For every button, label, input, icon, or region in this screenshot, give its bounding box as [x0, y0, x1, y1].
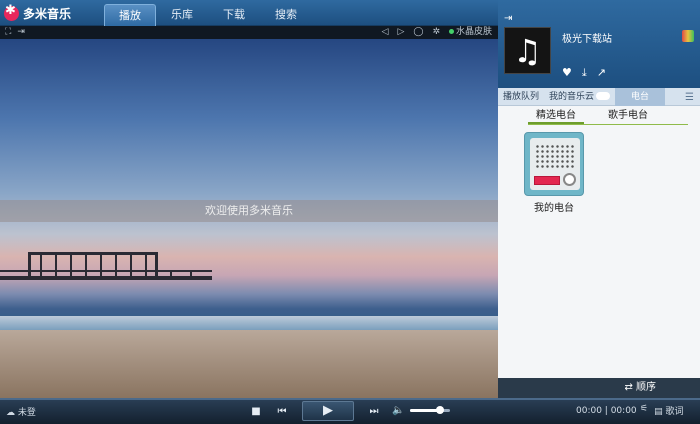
transport-buttons: ■ ⏮ ▶ ⏭ — [250, 401, 380, 421]
play-button[interactable]: ▶ — [302, 401, 354, 421]
equalizer-icon[interactable]: ⚟ — [640, 404, 648, 417]
previous-icon[interactable]: ⏮ — [276, 406, 288, 417]
stop-icon[interactable]: ■ — [250, 406, 262, 417]
time-total: 00:00 — [610, 406, 637, 416]
duomi-logo-icon — [4, 3, 19, 21]
lyrics-button[interactable]: ▤ 歌词 — [654, 404, 683, 417]
tab-featured-radio[interactable]: 精选电台 — [528, 107, 584, 124]
next-icon[interactable]: ⏭ — [368, 406, 380, 417]
download-icon[interactable]: ⤓ — [582, 66, 587, 80]
video-area: ⛶⇥ ◁ ▷ ◯ ✲ 水晶皮肤 欢迎使用多米音乐 — [0, 26, 498, 398]
now-playing-actions: ♥ ⤓ ↗ — [562, 66, 606, 80]
status-dot-icon — [448, 29, 454, 34]
skin-label: 水晶皮肤 — [455, 27, 492, 37]
order-icon: ⇄ — [624, 382, 636, 393]
radio-sub-tabs: 精选电台 歌手电台 — [528, 107, 688, 125]
skin-palette-icon[interactable] — [682, 30, 694, 42]
tab-artist-radio[interactable]: 歌手电台 — [600, 107, 656, 124]
right-panel: ⇥ ♫ 极光下载站 ♥ ⤓ ↗ 播放队列 我的音乐云 电台 ☰ 精选电台 歌手电… — [498, 0, 700, 398]
comment-icon[interactable]: ◯ — [413, 26, 423, 39]
progress-bar[interactable] — [0, 398, 700, 400]
time-display: 00:00 | 00:00 — [576, 406, 637, 416]
pin-icon[interactable]: ⇥ — [17, 27, 31, 37]
sand-area — [0, 330, 498, 398]
volume-icon[interactable]: 🔈 — [392, 405, 404, 416]
exit-icon[interactable]: ⇥ — [504, 13, 516, 25]
prev-visual-icon[interactable]: ◁ — [382, 26, 389, 39]
order-bar: ⇄ 顺序 — [498, 378, 700, 398]
panel-tabs: 播放队列 我的音乐云 电台 — [498, 87, 700, 106]
fullscreen-icon[interactable]: ⛶ — [5, 27, 17, 37]
skin-selector[interactable]: 水晶皮肤 — [448, 26, 492, 39]
playback-controls: ☁ 未登 ■ ⏮ ▶ ⏭ 🔈 00:00 | 00:00 ⚟ ▤ 歌词 — [0, 398, 700, 424]
music-note-icon: ♫ — [513, 32, 542, 70]
heart-icon[interactable]: ♥ — [562, 66, 572, 80]
volume-slider[interactable] — [410, 406, 451, 414]
tab-music-cloud[interactable]: 我的音乐云 — [544, 88, 615, 106]
song-title: 极光下载站 — [562, 34, 612, 45]
tab-library[interactable]: 乐库 — [156, 4, 208, 26]
tab-play-queue[interactable]: 播放队列 — [498, 88, 544, 106]
extra-controls: ⚟ ▤ 歌词 — [640, 404, 683, 417]
settings-icon[interactable]: ✲ — [432, 26, 440, 39]
pier-silhouette — [0, 252, 212, 280]
album-cover: ♫ — [504, 27, 551, 74]
app-logo: 多米音乐 — [4, 3, 72, 21]
app-title: 多米音乐 — [23, 6, 72, 21]
lyrics-icon: ▤ — [654, 407, 666, 417]
order-button[interactable]: ⇄ 顺序 — [624, 378, 656, 398]
volume-control: 🔈 — [392, 405, 451, 416]
list-view-icon[interactable]: ☰ — [685, 92, 694, 103]
surf-line — [0, 316, 498, 330]
tab-play[interactable]: 播放 — [104, 4, 156, 26]
tab-download[interactable]: 下载 — [208, 4, 260, 26]
cloud-icon — [596, 92, 611, 100]
video-toolbar: ⛶⇥ ◁ ▷ ◯ ✲ 水晶皮肤 — [0, 26, 498, 39]
share-icon[interactable]: ↗ — [597, 66, 606, 80]
user-icon: ☁ — [6, 408, 18, 418]
main-tabs: 播放 乐库 下载 搜索 — [104, 4, 312, 26]
login-status[interactable]: ☁ 未登 — [6, 405, 36, 418]
radio-icon — [530, 138, 580, 190]
now-playing: ⇥ ♫ 极光下载站 ♥ ⤓ ↗ — [498, 0, 700, 88]
volume-thumb[interactable] — [436, 406, 445, 414]
welcome-banner: 欢迎使用多米音乐 — [0, 200, 498, 222]
tab-radio[interactable]: 电台 — [615, 87, 666, 106]
time-current: 00:00 — [576, 406, 602, 416]
next-visual-icon[interactable]: ▷ — [397, 26, 404, 39]
my-radio-station[interactable] — [524, 132, 584, 196]
tab-search[interactable]: 搜索 — [260, 4, 312, 26]
station-label: 我的电台 — [534, 203, 574, 214]
